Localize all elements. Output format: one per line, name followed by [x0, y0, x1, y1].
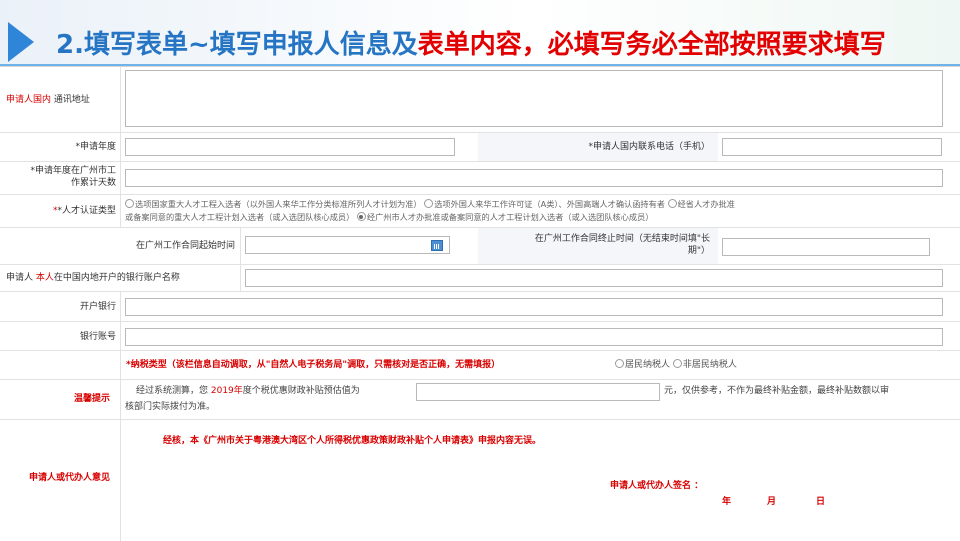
row-account-no: 银行账号 — [0, 322, 960, 351]
date-day: 日 — [816, 497, 826, 507]
slide-header: 2.填写表单~填写申报人信息及表单内容，必填写务必全部按照要求填写 — [0, 0, 960, 66]
talent-type-label: **人才认证类型 — [52, 206, 116, 216]
contract-start-input[interactable] — [245, 236, 450, 254]
tax-type-label: *纳税类型（该栏信息自动调取，从"自然人电子税务局"调取，只需核对是否正确，无需… — [126, 360, 501, 370]
row-talent-type: **人才认证类型 选项国家重大人才工程入选者（以外国人来华工作分类标准所列人才计… — [0, 195, 960, 228]
address-label: 申请人国内 通讯地址 — [6, 95, 90, 105]
radio-talent-1[interactable] — [125, 199, 134, 208]
radio-nonresident[interactable] — [672, 359, 682, 368]
row-contract: 在广州工作合同起始时间 在广州工作合同终止时间（无结束时间填"长 期"） — [0, 228, 960, 265]
apply-year-label: *申请年度 — [75, 142, 116, 152]
signature-label: 申请人或代办人签名 ： — [610, 481, 704, 491]
row-tax-type: *纳税类型（该栏信息自动调取，从"自然人电子税务局"调取，只需核对是否正确，无需… — [0, 351, 960, 380]
contract-end-input[interactable] — [722, 238, 930, 256]
tip-text-line1: 经过系统测算，您 2019年度个税优惠财政补贴预估值为 — [136, 386, 360, 396]
tip-text-line1b: 元，仅供参考，不作为最终补贴金额，最终补贴数额以审 — [664, 386, 890, 396]
bank-input[interactable] — [125, 298, 943, 316]
arrow-icon — [8, 22, 34, 62]
row-tip: 温馨提示 经过系统测算，您 2019年度个税优惠财政补贴预估值为 元，仅供参考，… — [0, 380, 960, 420]
calendar-icon[interactable] — [431, 240, 443, 251]
talent-type-options: 选项国家重大人才工程入选者（以外国人来华工作分类标准所列人才计划为准） 选项外国… — [125, 199, 735, 222]
apply-year-input[interactable] — [125, 138, 455, 156]
tip-label: 温馨提示 — [73, 394, 110, 404]
row-account-name: 申请人 本人在中国内地开户的银行账户名称 — [0, 265, 960, 292]
radio-talent-2[interactable] — [424, 199, 434, 208]
account-no-label: 银行账号 — [79, 332, 116, 342]
slide-title: 2.填写表单~填写申报人信息及表单内容，必填写务必全部按照要求填写 — [56, 24, 886, 61]
address-textarea[interactable] — [125, 70, 943, 127]
subsidy-estimate-input[interactable] — [416, 383, 660, 401]
row-work-days: *申请年度在广州市工 作累计天数 — [0, 162, 960, 195]
account-name-input[interactable] — [245, 269, 943, 287]
tip-text-line2: 核部门实际拨付为准。 — [125, 402, 216, 412]
date-month: 月 — [767, 497, 777, 507]
work-days-label: *申请年度在广州市工 作累计天数 — [30, 166, 116, 188]
row-bank: 开户银行 — [0, 292, 960, 322]
work-days-input[interactable] — [125, 169, 943, 187]
bank-label: 开户银行 — [79, 302, 116, 312]
contract-end-label: 在广州工作合同终止时间（无结束时间填"长 期"） — [534, 234, 710, 256]
title-part-1: 2.填写表单~填写申报人信息及 — [56, 30, 418, 60]
application-form: 申请人国内 通讯地址 *申请年度 *申请人国内联系电话（手机） *申请年度在广州… — [0, 66, 960, 541]
phone-input[interactable] — [722, 138, 942, 156]
account-name-label: 申请人 本人在中国内地开户的银行账户名称 — [6, 273, 180, 283]
row-address: 申请人国内 通讯地址 — [0, 67, 960, 133]
row-year-phone: *申请年度 *申请人国内联系电话（手机） — [0, 133, 960, 162]
tax-type-options: 居民纳税人 非居民纳税人 — [615, 359, 737, 372]
contract-start-label: 在广州工作合同起始时间 — [135, 241, 235, 251]
radio-talent-4[interactable] — [356, 212, 366, 221]
date-year: 年 — [722, 497, 732, 507]
opinion-label: 申请人或代办人意见 — [28, 473, 110, 483]
opinion-text: 经核，本《广州市关于粤港澳大湾区个人所得税优惠政策财政补贴个人申请表》申报内容无… — [163, 436, 542, 446]
account-no-input[interactable] — [125, 328, 943, 346]
title-part-2: 表单内容，必填写务必全部按照要求填写 — [417, 30, 886, 60]
row-opinion: 申请人或代办人意见 经核，本《广州市关于粤港澳大湾区个人所得税优惠政策财政补贴个… — [0, 420, 960, 541]
radio-talent-3[interactable] — [667, 199, 677, 208]
phone-label: *申请人国内联系电话（手机） — [588, 142, 710, 152]
radio-resident[interactable] — [615, 359, 624, 368]
